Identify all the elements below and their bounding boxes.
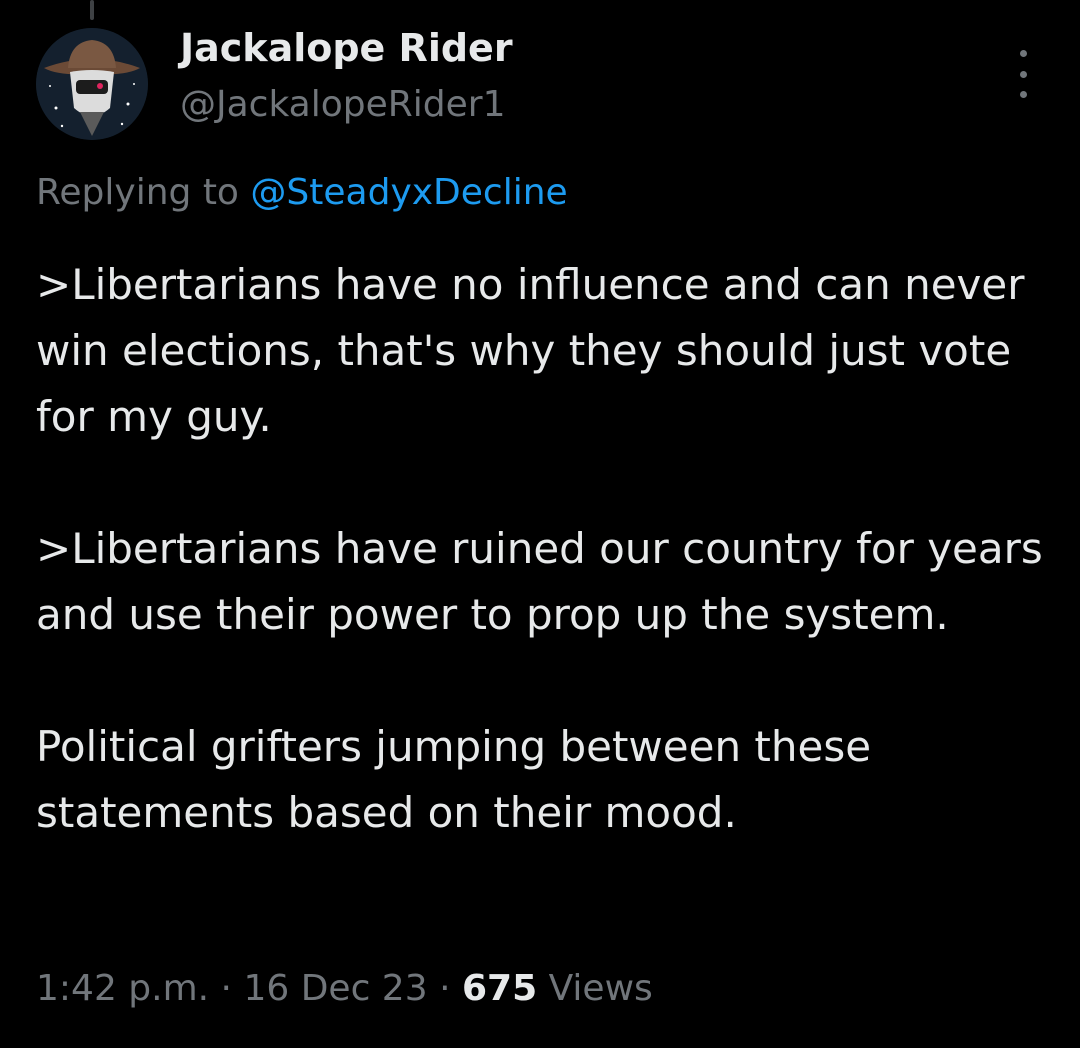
author-display-name[interactable]: Jackalope Rider [180,26,513,70]
tweet-date[interactable]: 16 Dec 23 [243,968,427,1009]
more-dot [1019,91,1027,98]
tweet-paragraph: >Libertarians have ruined our country fo… [36,524,1043,639]
tweet-paragraph: Political grifters jumping between these… [36,722,872,837]
thread-connector-line [90,0,94,20]
tweet-time[interactable]: 1:42 p.m. [36,968,209,1009]
replying-to-line: Replying to @SteadyxDecline [36,172,568,213]
views-label[interactable]: Views [549,968,653,1009]
more-vertical-icon[interactable] [1006,50,1040,98]
reply-mention-link[interactable]: @SteadyxDecline [250,172,567,213]
more-dot [1019,70,1027,78]
views-count[interactable]: 675 [462,968,537,1009]
tweet-paragraph: >Libertarians have no influence and can … [36,260,1025,441]
replying-to-label: Replying to [36,172,239,213]
more-dot [1019,50,1027,57]
author-handle[interactable]: @JackalopeRider1 [180,84,506,125]
tweet-meta: 1:42 p.m. · 16 Dec 23 · 675 Views [36,968,653,1009]
avatar[interactable] [36,28,148,140]
cowboy-helmet-avatar-icon [36,28,148,140]
meta-separator: · [439,968,451,1009]
meta-separator: · [220,968,232,1009]
tweet-text: >Libertarians have no influence and can … [36,252,1056,846]
